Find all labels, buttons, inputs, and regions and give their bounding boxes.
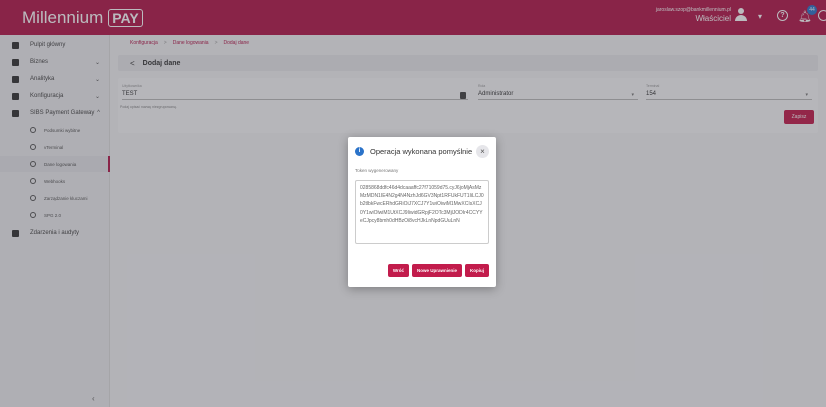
- back-button[interactable]: Wróć: [387, 264, 409, 277]
- info-icon: i: [355, 147, 364, 156]
- token-label: Token wygenerowany: [355, 168, 399, 173]
- dialog-title: Operacja wykonana pomyślnie: [370, 147, 473, 156]
- token-textarea[interactable]: 0285868ddfc46d4dcaaaffc27f71059d75.cyJ6j…: [355, 180, 489, 244]
- copy-button[interactable]: Kopiuj: [465, 264, 489, 277]
- new-permission-button[interactable]: Nowe Uprawnienie: [411, 264, 462, 277]
- close-icon[interactable]: ×: [476, 145, 489, 158]
- dialog-actions: Wróć Nowe Uprawnienie Kopiuj: [387, 264, 489, 277]
- success-dialog: i Operacja wykonana pomyślnie × Token wy…: [348, 137, 496, 287]
